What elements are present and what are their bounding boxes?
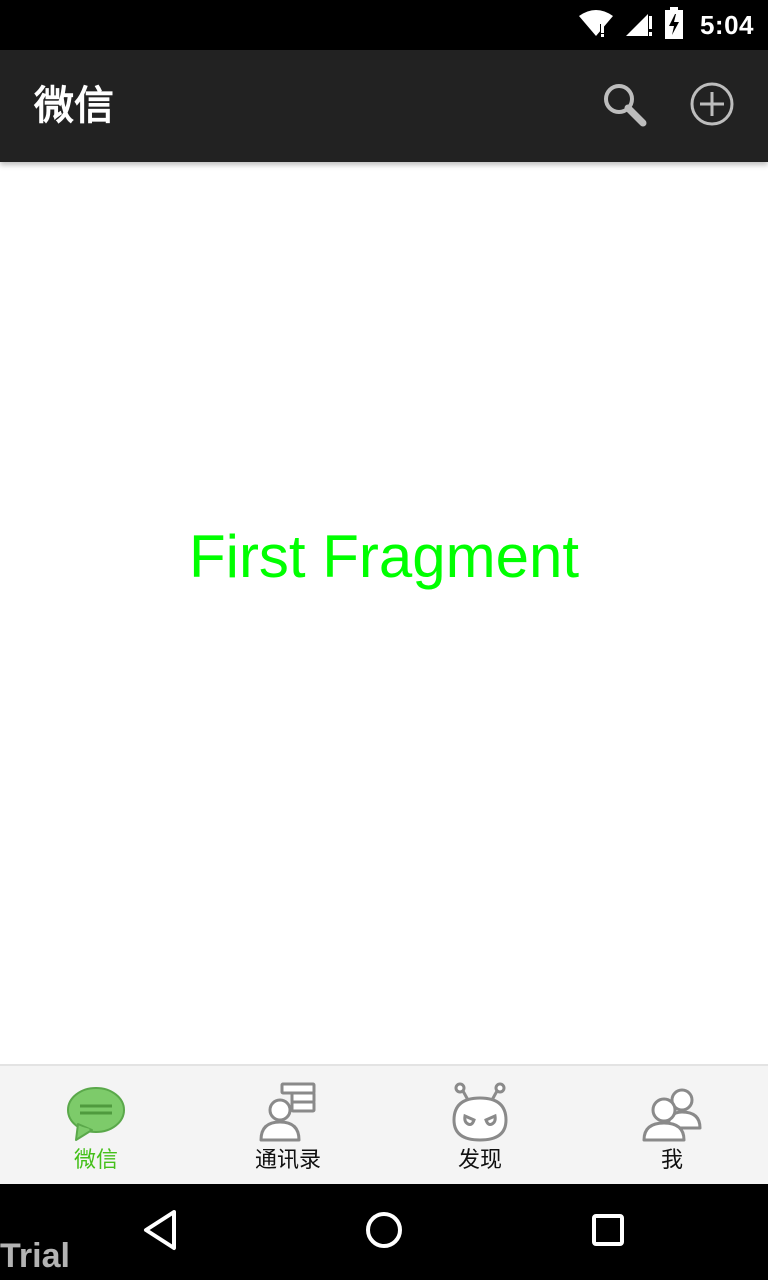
- tab-label: 微信: [73, 1148, 118, 1173]
- fragment-label: First Fragment: [188, 523, 580, 590]
- contacts-icon: [256, 1080, 320, 1144]
- battery-charging-icon: [664, 7, 684, 43]
- back-icon: [140, 1208, 180, 1256]
- bottom-tab-bar: 微信 通讯录 发现 我: [0, 1064, 768, 1184]
- tab-label: 发现: [457, 1148, 502, 1173]
- recents-icon: [590, 1212, 626, 1252]
- back-button[interactable]: [132, 1204, 188, 1260]
- trial-watermark: Trial: [0, 1237, 70, 1275]
- me-icon: [640, 1080, 704, 1144]
- app-title: 微信: [34, 83, 114, 129]
- tab-me[interactable]: 我: [576, 1066, 768, 1184]
- cell-signal-icon: [624, 8, 654, 42]
- tab-label: 通讯录: [254, 1148, 321, 1173]
- tab-weixin[interactable]: 微信: [0, 1066, 192, 1184]
- tab-contacts[interactable]: 通讯录: [192, 1066, 384, 1184]
- status-icons: 5:04: [578, 0, 754, 50]
- plus-circle-icon: [687, 79, 737, 133]
- status-bar: 5:04: [0, 0, 768, 50]
- home-icon: [364, 1210, 404, 1254]
- chat-bubble-icon: [64, 1080, 128, 1144]
- fragment-container: First Fragment: [0, 162, 768, 1064]
- search-button[interactable]: [596, 78, 652, 134]
- navigation-bar: Trial: [0, 1184, 768, 1280]
- home-button[interactable]: [356, 1204, 412, 1260]
- add-button[interactable]: [684, 78, 740, 134]
- recents-button[interactable]: [580, 1204, 636, 1260]
- tab-label: 我: [660, 1148, 683, 1173]
- status-time: 5:04: [699, 9, 754, 40]
- discover-icon: [448, 1080, 512, 1144]
- search-icon: [599, 79, 649, 133]
- action-bar: 微信: [0, 50, 768, 162]
- wifi-icon: [578, 8, 614, 42]
- tab-discover[interactable]: 发现: [384, 1066, 576, 1184]
